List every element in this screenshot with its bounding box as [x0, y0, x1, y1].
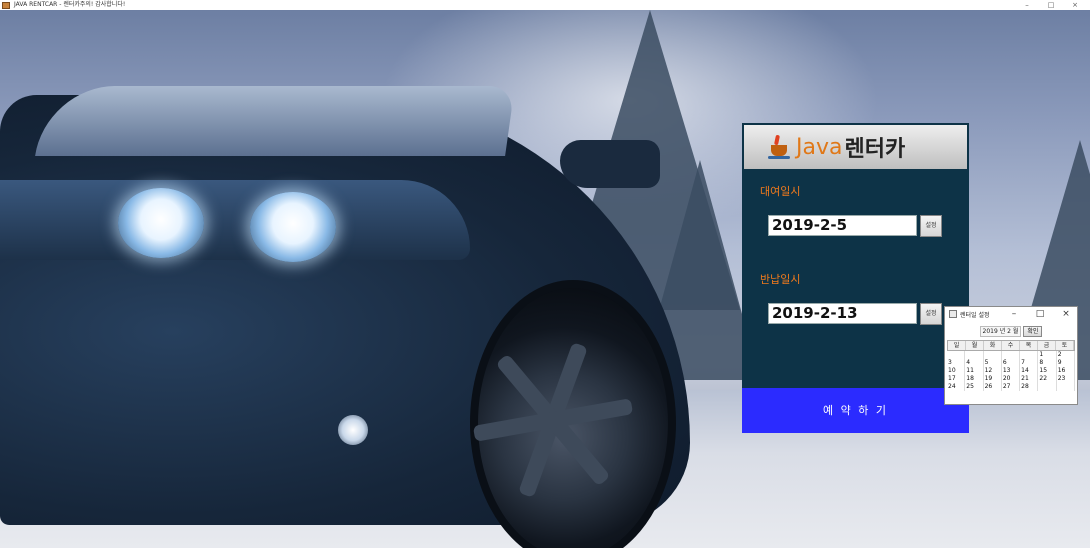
- calendar-day: [1020, 351, 1039, 359]
- calendar-day[interactable]: 4: [965, 359, 984, 367]
- calendar-day[interactable]: 18: [965, 375, 984, 383]
- calendar-day[interactable]: 6: [1002, 359, 1021, 367]
- car-windshield: [35, 86, 515, 156]
- calendar-day[interactable]: 20: [1002, 375, 1021, 383]
- calendar-confirm-button[interactable]: 확인: [1023, 325, 1043, 337]
- calendar-day[interactable]: 21: [1020, 375, 1039, 383]
- weekday-label: 금: [1038, 341, 1056, 350]
- calendar-day: [965, 351, 984, 359]
- calendar-titlebar: 렌터일 설정 – □ ×: [945, 307, 1077, 323]
- logo-java-text: Java: [796, 134, 843, 160]
- calendar-popup: 렌터일 설정 – □ × 2019 년 2 월 확인 일 월 화 수 목 금 토…: [944, 306, 1078, 405]
- calendar-close-button[interactable]: ×: [1059, 308, 1073, 321]
- calendar-day[interactable]: 15: [1038, 367, 1057, 375]
- calendar-day[interactable]: 10: [947, 367, 966, 375]
- calendar-day[interactable]: 2: [1057, 351, 1075, 359]
- calendar-day[interactable]: 19: [984, 375, 1002, 383]
- calendar-day[interactable]: 22: [1038, 375, 1057, 383]
- calendar-day[interactable]: 23: [1057, 375, 1075, 383]
- calendar-day: [1057, 383, 1075, 391]
- weekday-label: 월: [966, 341, 984, 350]
- return-date-picker-button[interactable]: 설정: [920, 303, 942, 325]
- return-date-field[interactable]: 2019-2-13: [768, 303, 917, 324]
- calendar-window-icon: [949, 310, 957, 318]
- logo-rentcar-text: 렌터카: [844, 137, 906, 162]
- calendar-day[interactable]: 8: [1038, 359, 1057, 367]
- calendar-day[interactable]: 13: [1002, 367, 1021, 375]
- calendar-day: [947, 351, 966, 359]
- calendar-day[interactable]: 9: [1057, 359, 1075, 367]
- calendar-day: [984, 351, 1002, 359]
- calendar-day[interactable]: 25: [965, 383, 984, 391]
- weekday-label: 목: [1020, 341, 1038, 350]
- java-cup-icon: [768, 134, 792, 159]
- calendar-day[interactable]: 17: [947, 375, 966, 383]
- car-mirror: [560, 140, 660, 188]
- rental-date-picker-button[interactable]: 설정: [920, 215, 942, 237]
- calendar-day: [1002, 351, 1021, 359]
- year-month-label: 2019 년 2 월: [979, 325, 1022, 337]
- calendar-nav: 2019 년 2 월 확인: [945, 325, 1077, 337]
- weekday-label: 수: [1002, 341, 1020, 350]
- window-title: JAVA RENTCAR - 렌터카주의! 감사합니다!: [14, 1, 126, 8]
- calendar-title: 렌터일 설정: [960, 312, 990, 319]
- calendar-day[interactable]: 28: [1020, 383, 1039, 391]
- calendar-days: 1 2 3 4 5 6 7 8 9 10 11 12 13 14 15 16 17 18 19 20 21 22 23 24 2…: [947, 351, 1075, 391]
- app-icon: [2, 1, 10, 9]
- weekday-label: 토: [1056, 341, 1074, 350]
- calendar-day[interactable]: 16: [1057, 367, 1075, 375]
- reserve-button[interactable]: 예 약 하 기: [742, 388, 969, 433]
- rental-date-label: 대여일시: [760, 185, 801, 198]
- calendar-day[interactable]: 27: [1002, 383, 1021, 391]
- calendar-day: [1038, 383, 1057, 391]
- return-date-label: 반납일시: [760, 273, 801, 286]
- headlight-right: [250, 192, 336, 262]
- calendar-day[interactable]: 7: [1020, 359, 1039, 367]
- calendar-day[interactable]: 11: [965, 367, 984, 375]
- calendar-day[interactable]: 1: [1038, 351, 1057, 359]
- calendar-day[interactable]: 14: [1020, 367, 1039, 375]
- calendar-day[interactable]: 24: [947, 383, 966, 391]
- rental-panel: Java 렌터카 대여일시 2019-2-5 설정 반납일시 2019-2-13…: [742, 123, 969, 433]
- calendar-day[interactable]: 3: [947, 359, 966, 367]
- calendar-day[interactable]: 12: [984, 367, 1002, 375]
- weekday-label: 화: [984, 341, 1002, 350]
- calendar-grid: 일 월 화 수 목 금 토 1 2 3 4 5 6 7 8 9 10 11 12 13 14 15 16 17 1…: [947, 340, 1075, 391]
- calendar-day[interactable]: 26: [984, 383, 1002, 391]
- calendar-maximize-button[interactable]: □: [1033, 308, 1047, 321]
- maximize-button[interactable]: □: [1044, 0, 1058, 10]
- minimize-button[interactable]: –: [1020, 0, 1034, 10]
- weekday-header: 일 월 화 수 목 금 토: [947, 340, 1075, 351]
- logo: Java 렌터카: [744, 125, 967, 169]
- calendar-minimize-button[interactable]: –: [1007, 308, 1021, 321]
- window-titlebar: JAVA RENTCAR - 렌터카주의! 감사합니다! – □ ×: [0, 0, 1090, 10]
- close-button[interactable]: ×: [1068, 0, 1082, 10]
- fog-light: [338, 415, 368, 445]
- headlight-left: [118, 188, 204, 258]
- weekday-label: 일: [948, 341, 966, 350]
- car-hood: [0, 180, 470, 260]
- rental-date-field[interactable]: 2019-2-5: [768, 215, 917, 236]
- calendar-day[interactable]: 5: [984, 359, 1002, 367]
